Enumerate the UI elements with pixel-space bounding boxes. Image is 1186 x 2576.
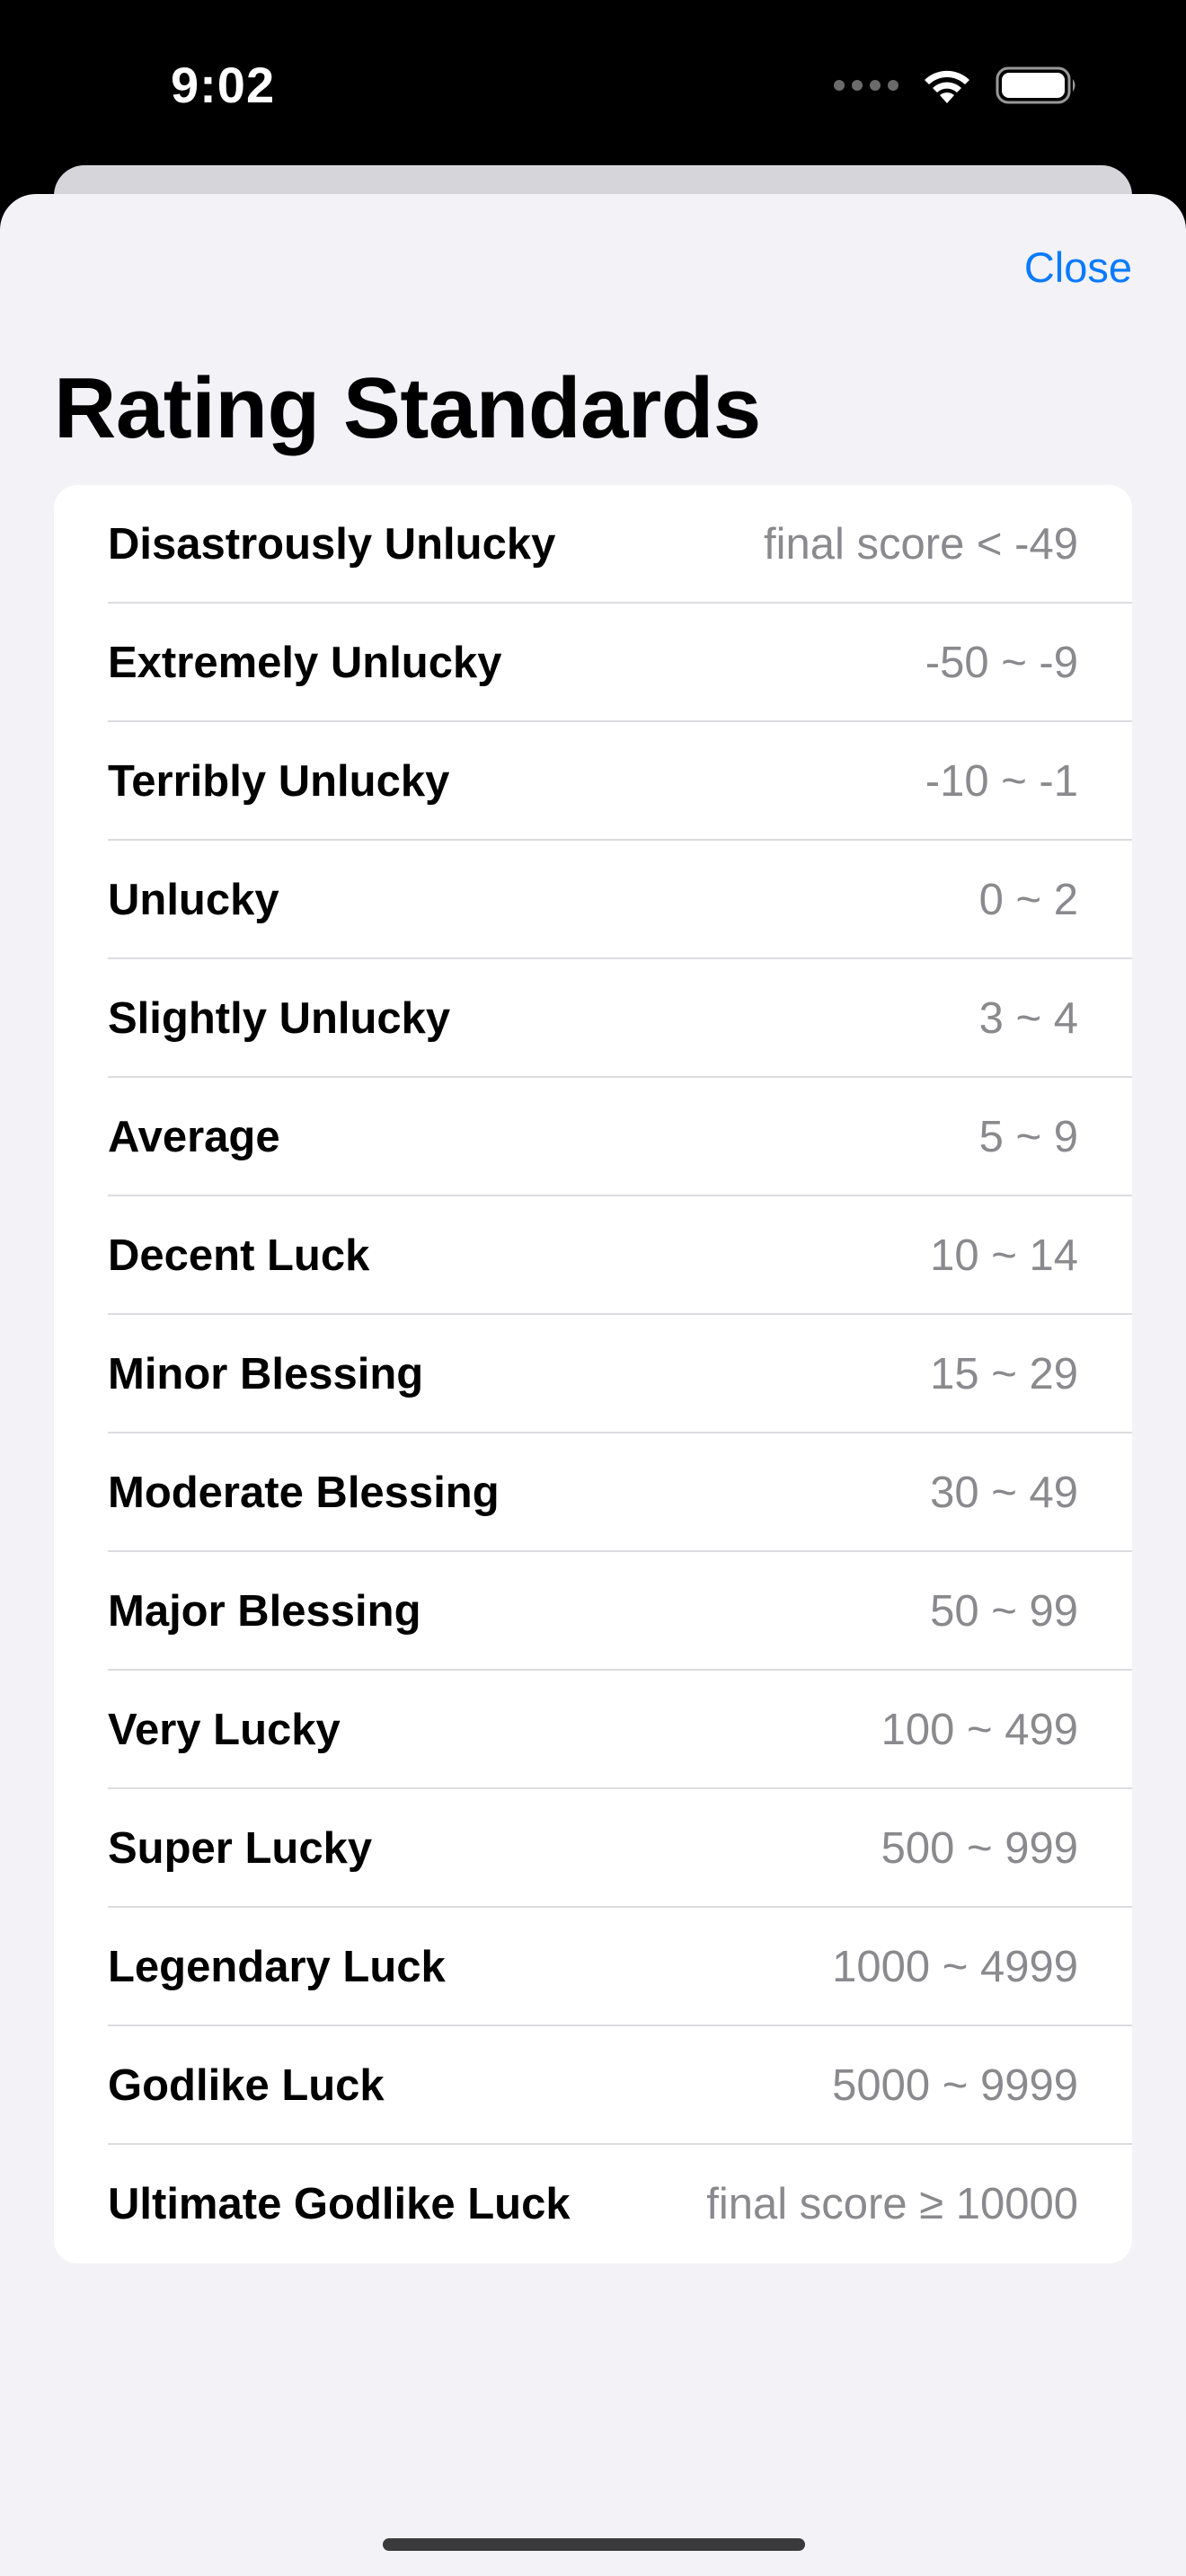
- list-item: Legendary Luck 1000 ~ 4999: [54, 1908, 1132, 2026]
- rating-range: 3 ~ 4: [978, 994, 1078, 1043]
- list-item: Ultimate Godlike Luck final score ≥ 1000…: [54, 2145, 1132, 2263]
- rating-range: final score ≥ 10000: [706, 2180, 1078, 2228]
- rating-label: Ultimate Godlike Luck: [108, 2180, 571, 2228]
- wifi-icon: [925, 70, 969, 103]
- rating-range: 15 ~ 29: [930, 1350, 1078, 1398]
- status-icons: [834, 63, 1078, 108]
- list-item: Average 5 ~ 9: [54, 1078, 1132, 1196]
- list-item: Super Lucky 500 ~ 999: [54, 1789, 1132, 1908]
- rating-label: Slightly Unlucky: [108, 994, 451, 1043]
- home-indicator[interactable]: [383, 2538, 805, 2551]
- rating-range: -10 ~ -1: [925, 757, 1078, 806]
- rating-label: Very Lucky: [108, 1706, 341, 1754]
- rating-label: Disastrously Unlucky: [108, 520, 556, 569]
- rating-label: Godlike Luck: [108, 2061, 385, 2110]
- rating-label: Super Lucky: [108, 1824, 373, 1873]
- rating-standards-sheet: Close Rating Standards Disastrously Unlu…: [0, 194, 1186, 2576]
- ratings-list: Disastrously Unlucky final score < -49 E…: [54, 485, 1132, 2263]
- status-time: 9:02: [171, 57, 276, 113]
- rating-range: 50 ~ 99: [930, 1587, 1078, 1636]
- list-item: Godlike Luck 5000 ~ 9999: [54, 2026, 1132, 2145]
- rating-range: 10 ~ 14: [930, 1231, 1078, 1280]
- rating-label: Minor Blessing: [108, 1350, 424, 1398]
- rating-range: 5 ~ 9: [978, 1113, 1078, 1161]
- list-item: Disastrously Unlucky final score < -49: [54, 485, 1132, 604]
- rating-label: Terribly Unlucky: [108, 757, 450, 806]
- close-button[interactable]: Close: [1024, 243, 1132, 292]
- rating-label: Unlucky: [108, 876, 279, 924]
- rating-label: Extremely Unlucky: [108, 639, 502, 687]
- list-item: Decent Luck 10 ~ 14: [54, 1196, 1132, 1315]
- rating-range: 0 ~ 2: [978, 876, 1078, 924]
- list-item: Very Lucky 100 ~ 499: [54, 1671, 1132, 1789]
- rating-range: 1000 ~ 4999: [832, 1943, 1078, 1991]
- rating-range: -50 ~ -9: [925, 639, 1078, 687]
- list-item: Slightly Unlucky 3 ~ 4: [54, 959, 1132, 1078]
- signal-dots-icon: [834, 63, 898, 108]
- battery-icon: [996, 66, 1075, 104]
- list-item: Unlucky 0 ~ 2: [54, 841, 1132, 959]
- rating-label: Decent Luck: [108, 1231, 370, 1280]
- list-item: Terribly Unlucky -10 ~ -1: [54, 722, 1132, 841]
- rating-label: Legendary Luck: [108, 1943, 446, 1991]
- rating-range: 30 ~ 49: [930, 1469, 1078, 1517]
- rating-label: Moderate Blessing: [108, 1469, 500, 1517]
- rating-range: 500 ~ 999: [881, 1824, 1078, 1873]
- rating-label: Average: [108, 1113, 280, 1161]
- rating-range: final score < -49: [764, 520, 1078, 569]
- rating-label: Major Blessing: [108, 1587, 421, 1636]
- page-title: Rating Standards: [54, 360, 761, 456]
- list-item: Minor Blessing 15 ~ 29: [54, 1315, 1132, 1434]
- list-item: Extremely Unlucky -50 ~ -9: [54, 604, 1132, 722]
- list-item: Major Blessing 50 ~ 99: [54, 1552, 1132, 1671]
- rating-range: 100 ~ 499: [881, 1706, 1078, 1754]
- status-bar: 9:02: [0, 0, 1186, 171]
- list-item: Moderate Blessing 30 ~ 49: [54, 1434, 1132, 1552]
- rating-range: 5000 ~ 9999: [832, 2061, 1078, 2110]
